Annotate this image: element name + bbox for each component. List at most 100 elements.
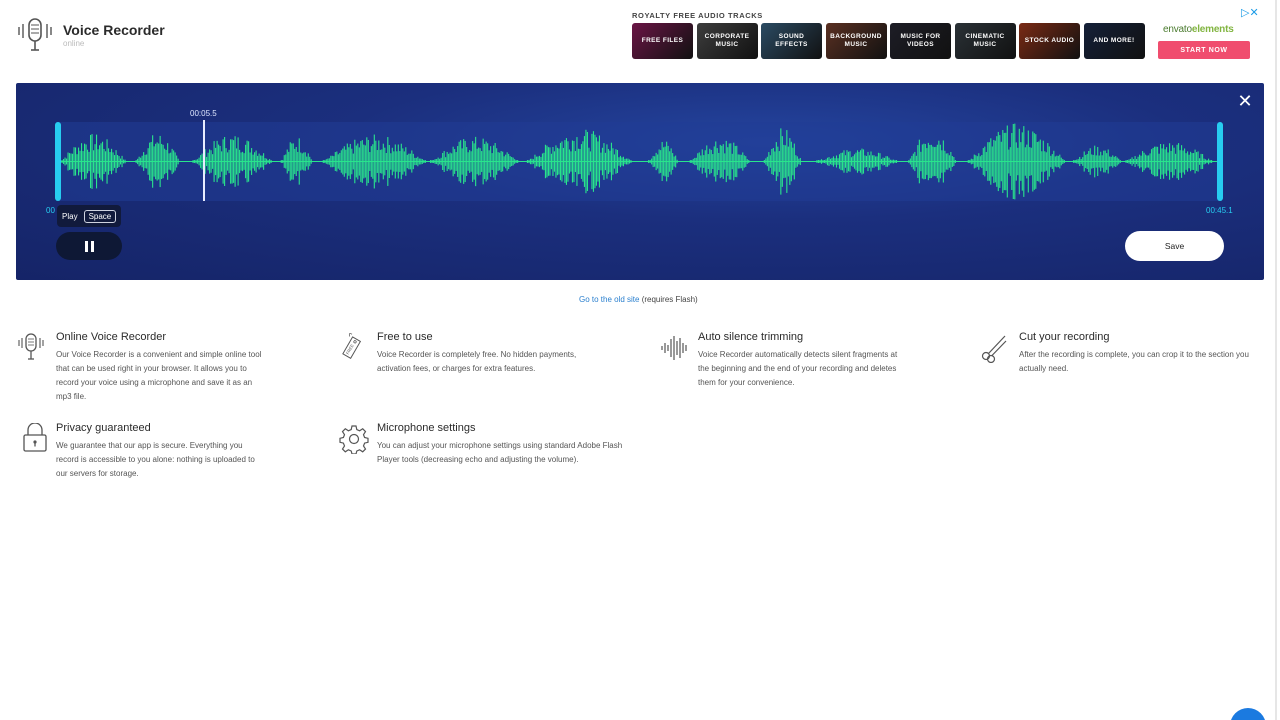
- save-button[interactable]: Save: [1125, 231, 1224, 261]
- waveform-sample: [1035, 134, 1037, 189]
- waveform-sample: [421, 159, 423, 164]
- waveform-sample: [531, 158, 533, 165]
- waveform-sample: [1054, 156, 1056, 167]
- old-site-link[interactable]: Go to the old site: [579, 295, 639, 304]
- waveform-sample: [1170, 150, 1172, 173]
- ad-choices-close-icon[interactable]: ▷✕: [1241, 6, 1259, 19]
- playhead[interactable]: [203, 120, 205, 201]
- waveform-sample: [96, 134, 98, 189]
- waveform-sample: [944, 150, 946, 173]
- waveform-sample: [1104, 150, 1106, 173]
- waveform-sample: [1131, 157, 1133, 166]
- waveform-sample: [82, 151, 84, 172]
- waveform-sample: [1196, 152, 1198, 171]
- pause-icon: [83, 240, 95, 252]
- waveform-sample: [409, 153, 411, 170]
- waveform-sample: [1057, 155, 1059, 168]
- ad-tile-stock-audio[interactable]: STOCK AUDIO: [1019, 23, 1080, 59]
- play-pause-button[interactable]: [56, 232, 122, 260]
- ad-start-now-button[interactable]: START NOW: [1158, 41, 1250, 59]
- waveform-sample: [745, 156, 747, 167]
- waveform-sample: [484, 143, 486, 180]
- waveform-sample: [607, 149, 609, 174]
- waveform-sample: [509, 156, 511, 167]
- waveform-sample: [547, 147, 549, 176]
- waveform-sample: [719, 144, 721, 179]
- waveform-sample: [243, 153, 245, 170]
- waveform-sample: [619, 155, 621, 168]
- waveform-sample: [231, 139, 233, 184]
- waveform-sample: [63, 159, 65, 164]
- microphone-icon: [18, 18, 52, 51]
- waveform-sample: [819, 160, 821, 163]
- waveform-sample: [763, 160, 765, 163]
- waveform-sample: [234, 136, 236, 187]
- waveform-sample: [692, 158, 694, 165]
- waveform-sample: [532, 159, 534, 164]
- waveform-sample: [307, 153, 309, 170]
- waveform-sample: [488, 150, 490, 173]
- waveform-sample: [823, 160, 826, 163]
- waveform-sample: [673, 156, 675, 167]
- ad-tile-cinematic-music[interactable]: CINEMATIC MUSIC: [954, 23, 1016, 59]
- ad-tile-corporate-music[interactable]: CORPORATE MUSIC: [696, 23, 758, 59]
- waveform-sample: [975, 155, 977, 168]
- feature-description: We guarantee that our app is secure. Eve…: [56, 441, 255, 478]
- waveform-sample: [69, 153, 71, 170]
- waveform-sample: [543, 152, 545, 171]
- waveform-sample: [564, 140, 566, 183]
- trim-handle-end[interactable]: [1217, 122, 1223, 201]
- waveform-sample: [826, 157, 829, 166]
- waveform-sample: [715, 141, 717, 182]
- waveform-sample: [610, 142, 612, 181]
- waveform-sample: [267, 159, 269, 164]
- waveform-sample: [1194, 149, 1196, 174]
- waveform[interactable]: [56, 122, 1222, 201]
- waveform-sample: [1191, 153, 1193, 170]
- waveform-sample: [499, 152, 501, 171]
- waveform-sample: [1190, 151, 1192, 172]
- waveform-sample: [978, 153, 980, 170]
- feature-free-to-use: FREE Free to use Voice Recorder is compl…: [337, 330, 587, 376]
- feature-description: You can adjust your microphone settings …: [377, 441, 623, 464]
- waveform-graph: [56, 123, 1222, 200]
- ad-tile-and-more[interactable]: AND MORE!: [1083, 23, 1145, 59]
- ad-tile-background-music[interactable]: BACKGROUND MUSIC: [825, 23, 887, 59]
- waveform-sample: [838, 154, 841, 169]
- waveform-sample: [917, 145, 919, 178]
- ad-tile-free-files[interactable]: FREE FILES: [632, 23, 693, 59]
- waveform-sample: [300, 152, 302, 171]
- microphone-icon: [18, 333, 44, 360]
- waveform-sample: [675, 155, 677, 168]
- waveform-sample: [588, 147, 590, 176]
- waveform-sample: [327, 158, 329, 165]
- trim-handle-start[interactable]: [55, 122, 61, 201]
- ad-tile-sound-effects[interactable]: SOUND EFFECTS: [761, 23, 822, 59]
- waveform-sample: [706, 145, 708, 178]
- waveform-sample: [1136, 158, 1138, 165]
- waveform-sample: [553, 151, 555, 172]
- chat-widget-button[interactable]: [1230, 708, 1266, 720]
- close-icon[interactable]: ✕: [1235, 91, 1255, 111]
- waveform-sample: [870, 151, 872, 172]
- feature-title: Online Voice Recorder: [56, 331, 167, 343]
- waveform-sample: [672, 153, 674, 170]
- waveform-sample: [261, 155, 263, 168]
- site-logo[interactable]: Voice Recorder online: [16, 17, 165, 53]
- waveform-sample: [463, 139, 465, 184]
- feature-title: Microphone settings: [377, 422, 476, 434]
- waveform-sample: [109, 152, 111, 171]
- ad-banner[interactable]: ROYALTY FREE AUDIO TRACKS FREE FILES CORP…: [630, 7, 1264, 62]
- waveform-sample: [72, 153, 74, 170]
- waveform-sample: [481, 151, 483, 172]
- waveform-sample: [143, 152, 145, 171]
- waveform-sample: [1187, 151, 1189, 172]
- waveform-sample: [433, 160, 435, 163]
- waveform-sample: [165, 149, 167, 174]
- envato-logo[interactable]: envatoelements: [1163, 24, 1234, 35]
- waveform-sample: [1063, 159, 1065, 164]
- free-tag-icon: FREE: [342, 333, 362, 360]
- waveform-sample: [155, 143, 157, 180]
- waveform-sample: [691, 160, 693, 163]
- ad-tile-music-for-videos[interactable]: MUSIC FOR VIDEOS: [890, 23, 951, 59]
